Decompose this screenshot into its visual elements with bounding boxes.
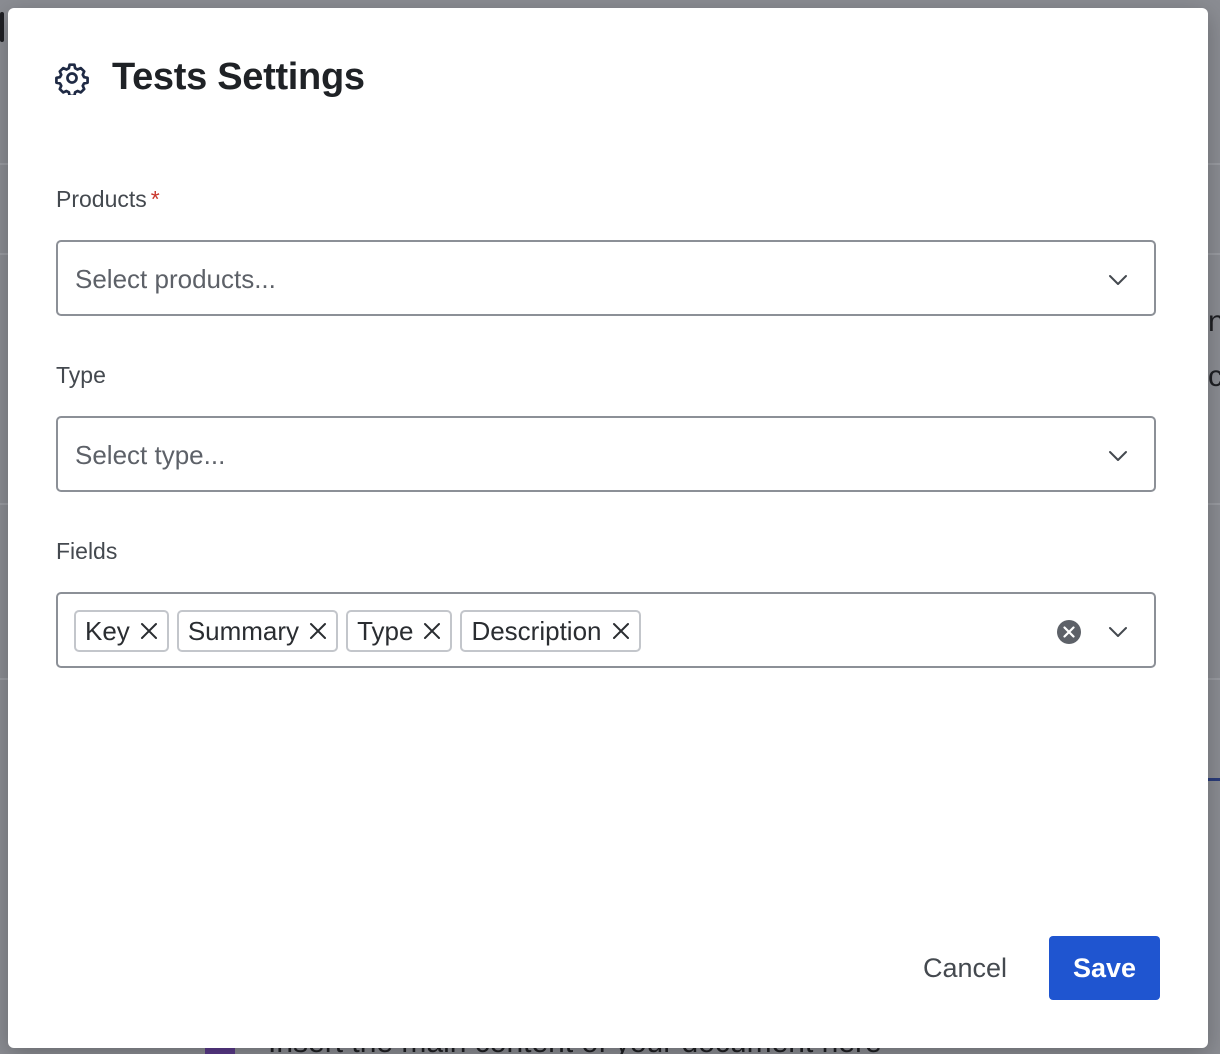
chevron-down-icon[interactable] — [1106, 620, 1130, 644]
background-accent — [1206, 778, 1220, 781]
remove-tag-icon[interactable] — [139, 621, 159, 641]
cancel-button[interactable]: Cancel — [903, 936, 1027, 1000]
products-label: Products * — [56, 186, 160, 213]
fields-label: Fields — [56, 538, 118, 564]
products-label-text: Products — [56, 186, 147, 212]
chevron-down-icon[interactable] — [1106, 268, 1130, 292]
type-placeholder: Select type... — [75, 440, 226, 470]
selected-tags: Key Summary Type Description — [74, 610, 641, 652]
tag-label: Description — [471, 615, 602, 646]
background-text: c — [1208, 360, 1220, 393]
dialog-footer: Cancel Save — [903, 936, 1160, 1000]
type-label: Type — [56, 362, 106, 388]
type-select[interactable]: Select type... — [56, 416, 1156, 492]
clear-all-icon[interactable] — [1056, 619, 1082, 645]
tag-summary: Summary — [176, 610, 339, 652]
gear-icon — [54, 60, 90, 96]
remove-tag-icon[interactable] — [308, 621, 328, 641]
chevron-down-icon[interactable] — [1106, 444, 1130, 468]
background-text: n — [1208, 305, 1220, 338]
save-button[interactable]: Save — [1049, 936, 1160, 1000]
required-marker: * — [150, 186, 160, 212]
remove-tag-icon[interactable] — [611, 621, 631, 641]
fields-multiselect[interactable]: Key Summary Type Description — [56, 592, 1156, 668]
tag-type: Type — [346, 610, 453, 652]
tag-label: Key — [85, 615, 130, 646]
tag-key: Key — [74, 610, 169, 652]
dialog-title: Tests Settings — [112, 56, 365, 98]
dialog-header: Tests Settings — [54, 56, 365, 99]
background-edge-mark — [0, 12, 4, 42]
remove-tag-icon[interactable] — [422, 621, 442, 641]
tag-label: Type — [357, 615, 414, 646]
products-placeholder: Select products... — [75, 264, 276, 294]
products-select[interactable]: Select products... — [56, 240, 1156, 316]
tag-label: Summary — [187, 615, 300, 646]
tag-description: Description — [460, 610, 641, 652]
settings-dialog: Tests Settings Products * Select products… — [8, 8, 1208, 1048]
